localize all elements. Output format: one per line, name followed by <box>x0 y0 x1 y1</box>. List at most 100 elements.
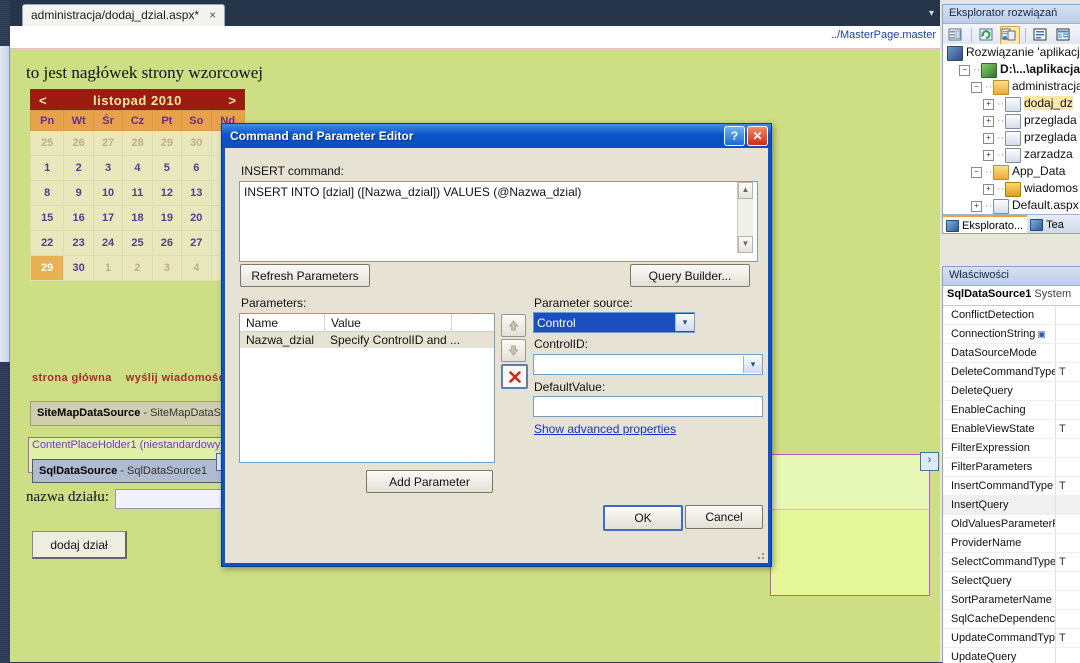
property-row[interactable]: SortParameterName <box>943 591 1080 610</box>
dialog-titlebar[interactable]: Command and Parameter Editor ? ✕ <box>222 124 771 148</box>
tree-node[interactable]: + ·· Default.aspx <box>943 197 1080 214</box>
query-builder-button[interactable]: Query Builder... <box>630 264 750 287</box>
tree-node[interactable]: + ·· przeglada <box>943 129 1080 146</box>
grid-column-header[interactable] <box>452 314 494 331</box>
calendar-day-cell[interactable]: 10 <box>92 180 124 206</box>
chevron-down-icon[interactable]: ▾ <box>743 356 762 373</box>
expander-icon[interactable]: ▣ <box>1037 329 1046 339</box>
property-row[interactable]: EnableCaching <box>943 401 1080 420</box>
solution-panel-tabs[interactable]: Eksplorato... Tea <box>943 214 1080 233</box>
tree-node[interactable]: + ·· zarzadza <box>943 146 1080 163</box>
property-value[interactable] <box>1056 325 1080 343</box>
parameter-source-select[interactable]: Control ▾ <box>533 312 695 333</box>
tree-expander[interactable]: − <box>971 81 982 93</box>
calendar-day-cell[interactable]: 30 <box>181 130 212 156</box>
tree-node[interactable]: + ·· wiadomos <box>943 180 1080 197</box>
nav-link-home[interactable]: strona główna <box>32 372 112 384</box>
property-row[interactable]: ProviderName <box>943 534 1080 553</box>
tree-node[interactable]: − ·· App_Data <box>943 163 1080 180</box>
property-row[interactable]: ConflictDetection <box>943 306 1080 325</box>
property-row[interactable]: EnableViewState T <box>943 420 1080 439</box>
cancel-button[interactable]: Cancel <box>685 505 763 529</box>
property-row[interactable]: SqlCacheDependency <box>943 610 1080 629</box>
calendar-day-cell[interactable]: 30 <box>63 255 94 281</box>
calendar-day-cell[interactable]: 27 <box>181 230 212 256</box>
property-row[interactable]: DataSourceMode <box>943 344 1080 363</box>
property-row[interactable]: SelectCommandType T <box>943 553 1080 572</box>
calendar-day-cell[interactable]: 1 <box>29 155 65 181</box>
smart-tag-button-right[interactable]: › <box>920 452 939 471</box>
close-icon[interactable]: × <box>209 8 216 22</box>
calendar-day-cell[interactable]: 4 <box>122 155 153 181</box>
property-value[interactable] <box>1056 458 1080 476</box>
calendar-day-cell[interactable]: 15 <box>29 205 65 231</box>
ok-button[interactable]: OK <box>603 505 683 531</box>
calendar-day-cell[interactable]: 9 <box>63 180 94 206</box>
panel-tab[interactable]: Eksplorato... <box>943 215 1028 233</box>
solution-tree[interactable]: Rozwiązanie 'aplikacj − ·· D:\...\aplikacja… <box>943 44 1080 215</box>
scroll-down-icon[interactable]: ▼ <box>738 236 753 253</box>
property-row[interactable]: ConnectionString ▣ <box>943 325 1080 344</box>
property-row[interactable]: FilterExpression <box>943 439 1080 458</box>
solution-explorer-panel[interactable]: Eksplorator rozwiązań Rozwiązanie 'aplik… <box>942 4 1080 234</box>
parameters-grid-header[interactable]: Name Value <box>240 314 494 332</box>
view-designer-icon[interactable] <box>1054 26 1074 45</box>
grid-column-header[interactable]: Name <box>240 314 325 331</box>
tree-expander[interactable]: + <box>983 115 994 127</box>
masterpage-label[interactable]: ../MasterPage.master <box>828 29 938 41</box>
calendar-day-cell[interactable]: 29 <box>29 255 65 281</box>
calendar-day-cell[interactable]: 6 <box>181 155 212 181</box>
calendar-day-cell[interactable]: 22 <box>29 230 65 256</box>
tree-expander[interactable]: + <box>971 200 982 212</box>
property-row[interactable]: UpdateQuery <box>943 648 1080 663</box>
nazwa-dzialu-input[interactable] <box>115 489 237 509</box>
dodaj-dzial-button[interactable]: dodaj dział <box>32 531 127 559</box>
property-row[interactable]: SelectQuery <box>943 572 1080 591</box>
calendar-day-cell[interactable]: 26 <box>151 230 183 256</box>
property-value[interactable] <box>1056 648 1080 663</box>
tree-node[interactable]: Rozwiązanie 'aplikacj <box>943 44 1080 61</box>
calendar-day-cell[interactable]: 25 <box>29 130 65 156</box>
property-value[interactable]: T <box>1056 553 1080 571</box>
calendar-day-cell[interactable]: 29 <box>151 130 183 156</box>
property-value[interactable]: T <box>1056 363 1080 381</box>
show-all-files-icon[interactable] <box>1000 25 1020 45</box>
calendar-day-cell[interactable]: 25 <box>122 230 153 256</box>
sql-scrollbar[interactable]: ▲ ▼ <box>737 182 753 253</box>
close-icon[interactable]: ✕ <box>747 126 768 146</box>
tree-node[interactable]: + ·· przeglada <box>943 112 1080 129</box>
calendar-day-cell[interactable]: 26 <box>63 130 94 156</box>
property-value[interactable] <box>1056 591 1080 609</box>
refresh-parameters-button[interactable]: Refresh Parameters <box>240 264 370 287</box>
tree-node[interactable]: − ·· D:\...\aplikacja <box>943 61 1080 78</box>
properties-grid[interactable]: ConflictDetection ConnectionString ▣ DataSo… <box>943 306 1080 663</box>
parameters-grid[interactable]: Name Value Nazwa_dzial Specify ControlID a… <box>239 313 495 463</box>
property-row[interactable]: FilterParameters <box>943 458 1080 477</box>
calendar-day-cell[interactable]: 23 <box>63 230 94 256</box>
scroll-up-icon[interactable]: ▲ <box>738 182 753 199</box>
calendar-day-cell[interactable]: 2 <box>63 155 94 181</box>
calendar-day-cell[interactable]: 13 <box>181 180 212 206</box>
insert-command-textarea[interactable]: INSERT INTO [dzial] ([Nazwa_dzial]) VALU… <box>239 181 758 262</box>
property-value[interactable] <box>1056 496 1080 514</box>
tree-expander[interactable]: − <box>971 166 982 178</box>
sitemap-nav-links[interactable]: strona główna wyślij wiadomość ▶ <box>32 371 251 384</box>
property-row[interactable]: DeleteQuery <box>943 382 1080 401</box>
calendar-day-cell[interactable]: 19 <box>151 205 183 231</box>
calendar-day-cell[interactable]: 2 <box>122 255 153 281</box>
panel-tab[interactable]: Tea <box>1027 215 1068 233</box>
calendar-day-cell[interactable]: 16 <box>63 205 94 231</box>
calendar-day-cell[interactable]: 11 <box>122 180 153 206</box>
property-value[interactable]: T <box>1056 420 1080 438</box>
view-code-icon[interactable] <box>1031 26 1051 45</box>
control-id-select[interactable]: ▾ <box>533 354 763 375</box>
calendar-day-cell[interactable]: 17 <box>92 205 124 231</box>
property-row[interactable]: DeleteCommandType T <box>943 363 1080 382</box>
property-value[interactable] <box>1056 344 1080 362</box>
property-value[interactable]: T <box>1056 477 1080 495</box>
calendar-body[interactable]: 2526272829303112345678910111213141516171… <box>29 130 246 281</box>
property-value[interactable] <box>1056 515 1080 533</box>
parameters-grid-body[interactable]: Nazwa_dzial Specify ControlID and ... <box>240 332 494 348</box>
calendar-day-cell[interactable]: 20 <box>181 205 212 231</box>
sqldatasource-control[interactable]: SqlDataSource - SqlDataSource1 <box>32 459 228 483</box>
